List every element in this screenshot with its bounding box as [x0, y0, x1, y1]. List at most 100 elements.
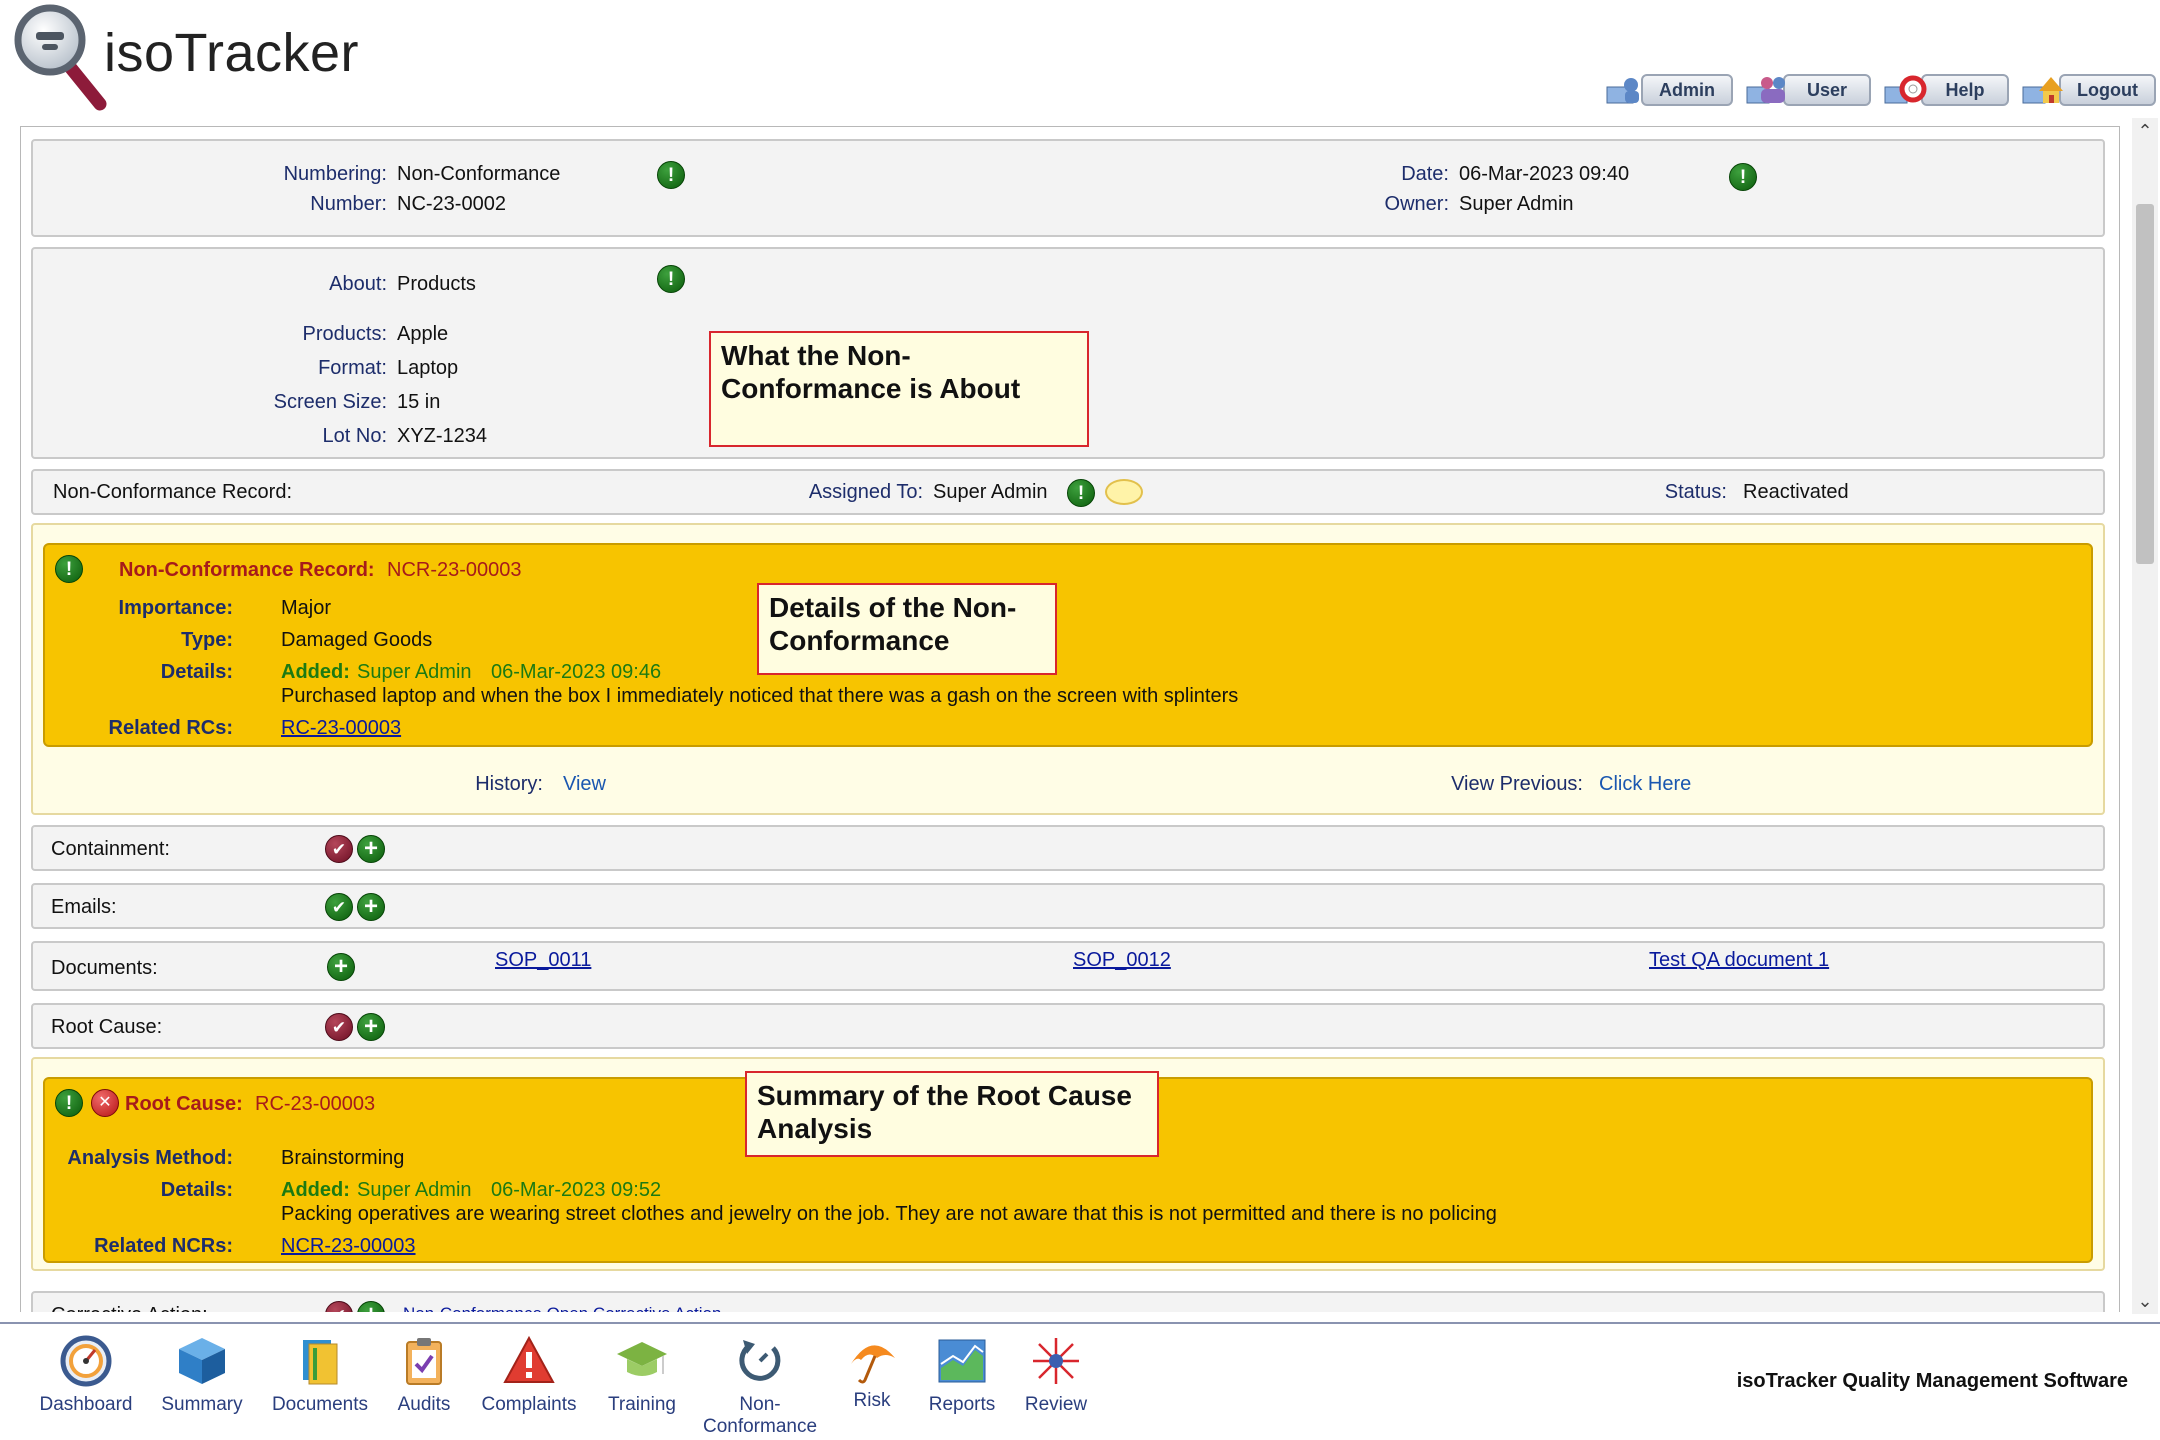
details-label: Details: — [160, 661, 233, 683]
admin-button[interactable]: Admin — [1603, 72, 1734, 108]
corrective-check-icon[interactable]: ✔ — [325, 1301, 353, 1312]
nav-label: Dashboard — [39, 1394, 133, 1415]
about-label: About: — [329, 273, 387, 295]
rc-card: ! ✕ Root Cause: RC-23-00003 Analysis Met… — [43, 1071, 2093, 1263]
nav-risk[interactable]: Risk — [832, 1334, 912, 1412]
numbering-info-icon[interactable]: ! — [657, 161, 685, 189]
nav-training[interactable]: Training — [596, 1334, 688, 1416]
related-ncr-link[interactable]: NCR-23-00003 — [281, 1235, 416, 1258]
document-link[interactable]: SOP_0011 — [495, 949, 591, 972]
containment-check-icon[interactable]: ✔ — [325, 835, 353, 863]
nav-label: Reports — [928, 1394, 996, 1415]
number-value: NC-23-0002 — [397, 193, 506, 215]
rc-callout: Summary of the Root Cause Analysis — [745, 1071, 1159, 1157]
date-info-icon[interactable]: ! — [1729, 163, 1757, 191]
rc-details-label: Details: — [160, 1179, 233, 1201]
top-nav: Admin User Help Logout — [1603, 72, 2156, 108]
corrective-action-label: Corrective Action: — [51, 1304, 208, 1312]
logout-button[interactable]: Logout — [2021, 72, 2156, 108]
screen-size-label: Screen Size: — [273, 391, 387, 413]
products-value: Apple — [397, 323, 449, 345]
history-view-link[interactable]: View — [563, 773, 606, 796]
corrective-add-icon[interactable]: + — [357, 1301, 385, 1312]
nav-label: Summary — [161, 1394, 243, 1415]
rc-card-wrapper: ! ✕ Root Cause: RC-23-00003 Analysis Met… — [31, 1057, 2105, 1271]
user-label: User — [1783, 74, 1872, 106]
status-value: Reactivated — [1743, 481, 1849, 503]
document-link[interactable]: SOP_0012 — [1073, 949, 1171, 972]
comment-bubble-icon[interactable] — [1105, 479, 1143, 505]
date-label: Date: — [1401, 163, 1449, 185]
risk-umbrella-icon — [845, 1334, 899, 1388]
ncr-info-icon[interactable]: ! — [55, 555, 83, 583]
format-value: Laptop — [397, 357, 459, 379]
emails-check-icon[interactable]: ✔ — [325, 893, 353, 921]
added-by: Super Admin — [357, 661, 472, 683]
ncr-card-title: Non-Conformance Record: — [119, 559, 375, 581]
added-date: 06-Mar-2023 09:46 — [491, 661, 662, 683]
emails-add-icon[interactable]: + — [357, 893, 385, 921]
view-previous-link[interactable]: Click Here — [1599, 773, 1691, 796]
help-label: Help — [1921, 74, 2010, 106]
dashboard-gauge-icon — [59, 1334, 113, 1388]
format-label: Format: — [318, 357, 387, 379]
scroll-down-arrow-icon[interactable]: ⌄ — [2132, 1288, 2158, 1314]
bottom-nav: Dashboard Summary Documents Audits Compl… — [0, 1322, 2160, 1440]
corrective-action-row: Corrective Action: ✔ + Non-Conformance O… — [31, 1291, 2105, 1312]
help-icon — [1883, 73, 1927, 107]
number-label: Number: — [310, 193, 387, 215]
scroll-thumb[interactable] — [2136, 204, 2154, 564]
rc-details-text: Packing operatives are wearing street cl… — [281, 1203, 1497, 1225]
rc-card-title: Root Cause: — [125, 1093, 243, 1115]
admin-label: Admin — [1641, 74, 1734, 106]
users-icon — [1745, 73, 1789, 107]
containment-add-icon[interactable]: + — [357, 835, 385, 863]
nav-review[interactable]: Review — [1012, 1334, 1100, 1416]
nav-dashboard[interactable]: Dashboard — [36, 1334, 136, 1416]
isotracker-logo[interactable]: isoTracker — [8, 4, 388, 116]
complaints-warning-icon — [502, 1334, 556, 1388]
nav-non-conformance[interactable]: Non- Conformance — [700, 1334, 820, 1438]
audits-clipboard-icon — [397, 1334, 451, 1388]
importance-label: Importance: — [118, 597, 233, 619]
documents-add-icon[interactable]: + — [327, 953, 355, 981]
document-link[interactable]: Test QA document 1 — [1649, 949, 1829, 972]
help-button[interactable]: Help — [1883, 72, 2010, 108]
emails-label: Emails: — [51, 896, 117, 918]
nav-documents[interactable]: Documents — [268, 1334, 372, 1416]
related-rc-link[interactable]: RC-23-00003 — [281, 717, 401, 740]
root-cause-check-icon[interactable]: ✔ — [325, 1013, 353, 1041]
nav-label: Audits — [397, 1394, 451, 1415]
ncr-callout: Details of the Non-Conformance — [757, 583, 1057, 675]
nav-reports[interactable]: Reports — [914, 1334, 1010, 1416]
rc-delete-icon[interactable]: ✕ — [91, 1089, 119, 1117]
admin-icon — [1603, 73, 1647, 107]
root-cause-row: Root Cause: ✔ + — [31, 1003, 2105, 1049]
rc-added-date: 06-Mar-2023 09:52 — [491, 1179, 662, 1201]
user-button[interactable]: User — [1745, 72, 1872, 108]
type-value: Damaged Goods — [281, 629, 433, 651]
owner-label: Owner: — [1384, 193, 1449, 215]
owner-value: Super Admin — [1459, 193, 1574, 215]
nav-label: Risk — [853, 1390, 891, 1411]
nav-label-line2: Conformance — [702, 1416, 818, 1437]
scroll-up-arrow-icon[interactable]: ⌃ — [2132, 118, 2158, 144]
vertical-scrollbar[interactable]: ⌃ ⌄ — [2132, 118, 2158, 1314]
footer-brand: isoTracker Quality Management Software — [1736, 1370, 2128, 1392]
type-label: Type: — [181, 629, 233, 651]
about-info-icon[interactable]: ! — [657, 265, 685, 293]
rc-info-icon[interactable]: ! — [55, 1089, 83, 1117]
nav-summary[interactable]: Summary — [152, 1334, 252, 1416]
screen-size-value: 15 in — [397, 391, 441, 413]
analysis-method-value: Brainstorming — [281, 1147, 405, 1169]
numbering-value: Non-Conformance — [397, 163, 561, 185]
related-rcs-label: Related RCs: — [108, 717, 233, 739]
root-cause-add-icon[interactable]: + — [357, 1013, 385, 1041]
nav-label: Review — [1024, 1394, 1088, 1415]
corrective-action-link[interactable]: Non-Conformance Open Corrective Action — [403, 1304, 721, 1312]
nav-audits[interactable]: Audits — [384, 1334, 464, 1416]
root-cause-label: Root Cause: — [51, 1016, 163, 1038]
assigned-to-label: Assigned To: — [808, 481, 923, 503]
nav-complaints[interactable]: Complaints — [476, 1334, 582, 1416]
assigned-info-icon[interactable]: ! — [1067, 479, 1095, 507]
